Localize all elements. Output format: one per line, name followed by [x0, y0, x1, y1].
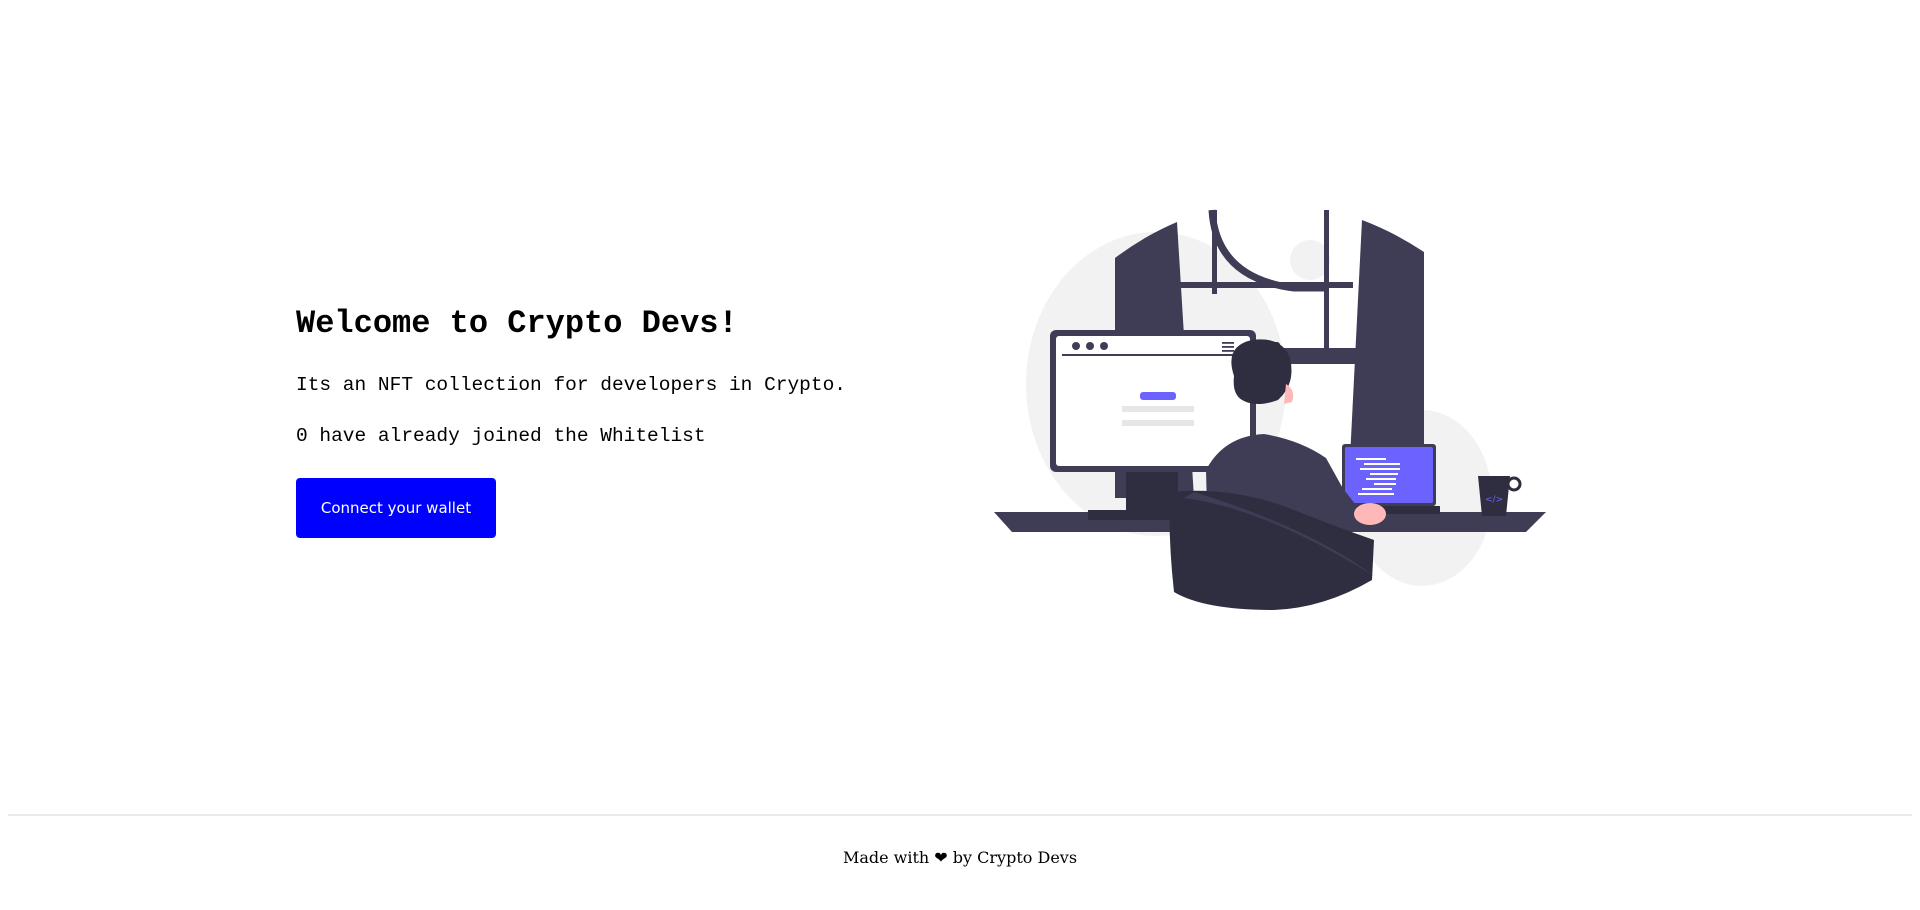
hamburger-menu-icon [1222, 342, 1234, 344]
collection-description: Its an NFT collection for developers in … [296, 374, 846, 396]
main-section: Welcome to Crypto Devs! Its an NFT colle… [0, 0, 1920, 815]
window-transom [1177, 282, 1353, 288]
browser-address-bar [1062, 354, 1242, 356]
hamburger-menu-icon [1222, 346, 1234, 348]
developer-at-desk-illustration: </> [994, 209, 1546, 610]
screen-line-shape [1122, 406, 1194, 412]
browser-dot-icon [1072, 342, 1080, 350]
person-hand [1354, 503, 1386, 525]
hamburger-menu-icon [1222, 350, 1234, 352]
screen-line-shape [1122, 420, 1194, 426]
connect-wallet-button[interactable]: Connect your wallet [296, 478, 496, 538]
window-mullion [1212, 210, 1217, 294]
footer-divider [8, 814, 1912, 816]
footer-credit: Made with ❤ by Crypto Devs [842, 848, 1078, 867]
coffee-mug-icon: </> [1485, 495, 1503, 505]
person-hair [1258, 342, 1280, 352]
whitelist-count: 0 have already joined the Whitelist [296, 425, 706, 447]
coffee-mug-icon [1506, 476, 1522, 492]
page-title: Welcome to Crypto Devs! [296, 305, 738, 342]
monitor-base [1088, 510, 1176, 520]
browser-dot-icon [1086, 342, 1094, 350]
screen-button-shape [1140, 392, 1176, 400]
browser-dot-icon [1100, 342, 1108, 350]
hero-content: Welcome to Crypto Devs! Its an NFT colle… [296, 300, 916, 538]
